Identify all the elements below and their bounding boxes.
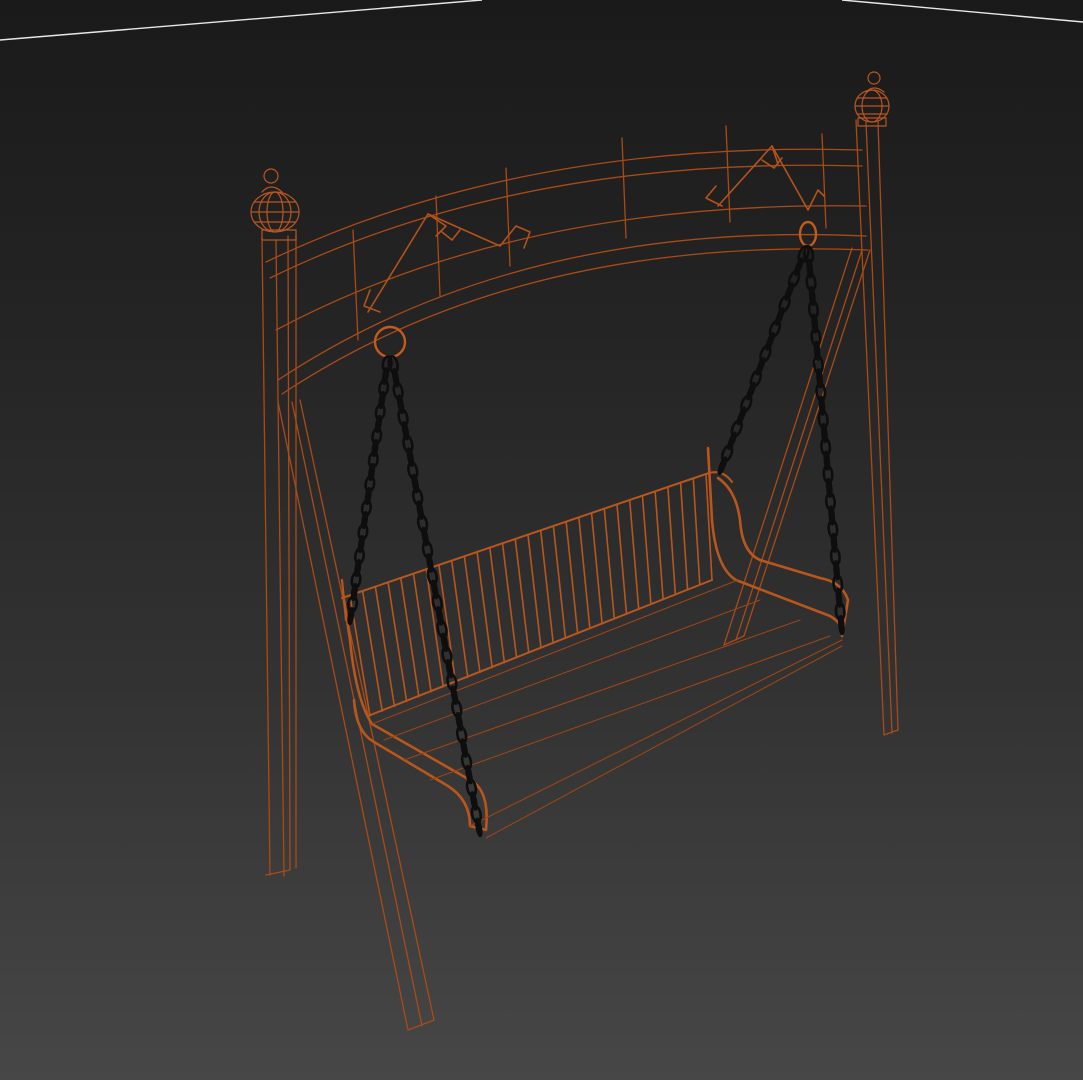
backrest-slat [692,477,701,586]
ground-grid-lines [0,0,1083,41]
backrest-slat [616,503,628,615]
chain-link [717,456,728,476]
3d-viewport[interactable] [0,0,1083,1080]
backrest-slat [539,529,555,644]
right-diagonal-leg[interactable] [723,247,871,646]
backrest-slat [667,486,677,596]
backrest-slat [565,521,579,635]
swing-chains[interactable] [346,245,846,838]
chain-link [474,817,483,838]
backrest-slat [641,494,652,606]
backrest-slat [514,538,530,654]
left-seat-side [342,598,488,832]
backrest-slat [527,534,542,649]
backrest-slat [578,516,591,630]
backrest-slats [349,473,713,717]
backrest-slat [654,490,664,601]
chain-link [347,606,355,626]
backrest-slat [679,481,689,591]
chain-link [838,615,845,636]
backrest-slat [501,542,518,659]
grid-line-left [0,0,483,41]
backrest-bottom-rail [367,579,713,717]
left-post[interactable] [261,235,297,877]
arched-top-beam[interactable] [265,125,869,395]
grid-line-right [841,0,1083,23]
swing-frame[interactable] [250,71,899,1031]
backrest-slat [489,547,506,664]
backrest-slat [552,525,567,640]
right-finial [854,71,890,127]
backrest-slat [476,551,493,669]
left-finial [250,168,300,241]
beam-scroll-ornaments [363,145,825,313]
backrest-slat [463,555,481,674]
wireframe-scene[interactable] [0,0,1083,1080]
right-post[interactable] [855,119,899,736]
left-ring [373,325,407,359]
backrest-slat [628,499,640,610]
backrest-slat [450,560,469,678]
right-front-chain[interactable] [717,245,811,476]
left-rear-chain[interactable] [387,355,483,838]
backrest-slat [590,512,603,625]
backrest-slat [603,508,616,620]
hanging-rings [373,220,818,359]
